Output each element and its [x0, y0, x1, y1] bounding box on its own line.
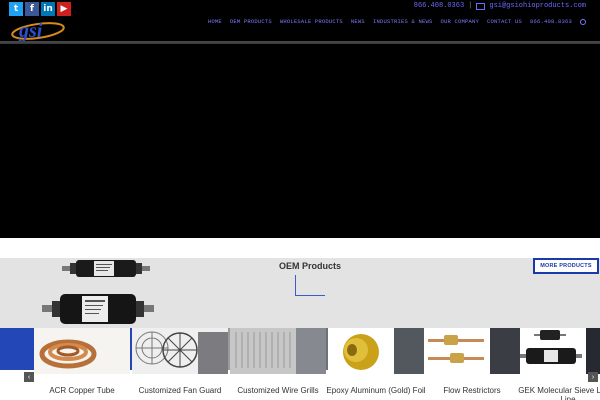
logo-text: gsi — [18, 20, 43, 41]
nav-item-home[interactable]: HOME — [208, 18, 222, 25]
nav-item-our-company[interactable]: OUR COMPANY — [440, 18, 479, 25]
nav-item-industries[interactable]: INDUSTRIES & NEWS — [373, 18, 433, 25]
carousel-item-label: Epoxy Aluminum (Gold) Foil — [326, 386, 426, 395]
nav-item-news[interactable]: NEWS — [351, 18, 365, 25]
nav-item-contact-us[interactable]: CONTACT US — [487, 18, 522, 25]
fan-guard-image — [132, 328, 228, 374]
product-carousel: ACR Copper Tube Customized Fan Guard Cus… — [0, 328, 600, 400]
phone-link[interactable]: 866.408.0363 — [414, 2, 464, 10]
social-links: t f in ▶ — [9, 2, 71, 16]
contact-separator: | — [468, 2, 473, 10]
envelope-icon — [476, 2, 486, 10]
site-logo[interactable]: gsi — [10, 19, 66, 42]
wire-grill-image — [230, 328, 326, 374]
carousel-item-wire-grills[interactable]: Customized Wire Grills — [230, 328, 326, 400]
carousel-item-label: ACR Copper Tube — [49, 386, 115, 395]
carousel-item-label: GEK Molecular Sieve Liquid Line — [518, 386, 600, 400]
carousel-item-flow-restrictors[interactable]: Flow Restrictors — [424, 328, 520, 400]
header-divider — [0, 41, 600, 43]
title-underline — [295, 275, 325, 296]
youtube-icon[interactable]: ▶ — [57, 2, 71, 16]
carousel-item-epoxy-foil[interactable]: Epoxy Aluminum (Gold) Foil — [326, 328, 426, 400]
carousel-item-label: Customized Fan Guard — [138, 386, 222, 395]
flow-restrictor-image — [424, 328, 520, 374]
carousel-prev-button[interactable]: ‹ — [24, 372, 34, 382]
main-nav: HOME OEM PRODUCTS WHOLESALE PRODUCTS NEW… — [208, 18, 586, 25]
carousel-item-label: Flow Restrictors — [443, 386, 501, 395]
hero-spacer — [0, 238, 600, 258]
twitter-icon[interactable]: t — [9, 2, 23, 16]
carousel-item-acr-copper-tube[interactable]: ACR Copper Tube — [34, 328, 130, 400]
oem-products-title: OEM Products — [278, 261, 341, 271]
nav-item-oem-products[interactable]: OEM PRODUCTS — [230, 18, 272, 25]
filter-drier-large-image — [42, 294, 154, 324]
facebook-icon[interactable]: f — [25, 2, 39, 16]
hero-banner — [0, 44, 600, 238]
contact-bar: 866.408.0363 | gsi@gsiohioproducts.com — [414, 2, 586, 10]
nav-item-phone[interactable]: 866.408.0363 — [530, 18, 572, 25]
site-header: t f in ▶ gsi 866.408.0363 | gsi@gsiohiop… — [0, 0, 600, 44]
linkedin-icon[interactable]: in — [41, 2, 55, 16]
carousel-item-fan-guard[interactable]: Customized Fan Guard — [132, 328, 228, 400]
nav-item-wholesale-products[interactable]: WHOLESALE PRODUCTS — [280, 18, 343, 25]
page: t f in ▶ gsi 866.408.0363 | gsi@gsiohiop… — [0, 0, 600, 400]
carousel-item-molecular-sieve[interactable]: GEK Molecular Sieve Liquid Line — [518, 328, 600, 400]
copper-tube-image — [34, 328, 130, 374]
email-link[interactable]: gsi@gsiohioproducts.com — [489, 2, 586, 10]
aluminum-foil-roll-image — [328, 328, 424, 374]
search-icon[interactable] — [580, 18, 586, 25]
more-products-button[interactable]: MORE PRODUCTS — [533, 258, 599, 274]
liquid-line-drier-image — [520, 328, 600, 374]
carousel-next-button[interactable]: › — [588, 372, 598, 382]
carousel-item-label: Customized Wire Grills — [237, 386, 319, 395]
